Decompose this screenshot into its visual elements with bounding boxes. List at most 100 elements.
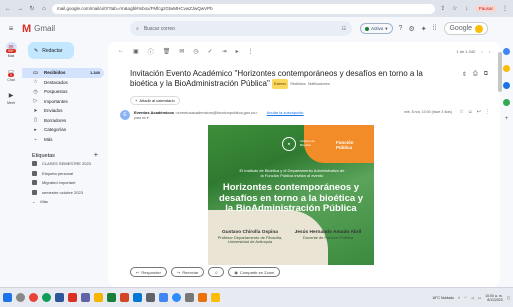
apps-grid-icon[interactable]: ⁞⁞ [433, 25, 437, 33]
address-bar[interactable]: mail.google.com/mail/u/0/?tab=rm&ogbl#in… [52, 3, 435, 14]
rail-item-chat[interactable]: ▭ 1 Chat [6, 66, 17, 83]
rail-item-meet[interactable]: ▶ Meet [6, 90, 17, 106]
keep-icon[interactable] [503, 65, 510, 72]
unread-count: 1.340 [89, 70, 100, 76]
more-icon[interactable]: ⋮ [248, 48, 254, 55]
explorer-icon[interactable] [94, 293, 103, 302]
share-zoom-button[interactable]: ◉ Compartir en Zoom [228, 267, 281, 277]
search-bar[interactable]: ⌕ Buscar correo ☷ [130, 21, 352, 36]
media-icon[interactable] [198, 293, 207, 302]
share-icon[interactable]: ⇪ [439, 5, 447, 12]
reply-button[interactable]: ↩ Responder [130, 267, 167, 277]
photos-icon[interactable] [159, 293, 168, 302]
main-menu-icon[interactable]: ≡ [0, 24, 22, 33]
zoom-icon[interactable] [172, 293, 181, 302]
back-icon[interactable]: ← [4, 5, 12, 13]
snooze-icon[interactable]: ◷ [193, 48, 198, 55]
search-options-icon[interactable]: ☷ [342, 26, 346, 32]
start-icon[interactable] [3, 293, 12, 302]
volume-icon[interactable]: ◁ [471, 296, 474, 300]
zoom-icon: ◉ [234, 269, 238, 275]
reply-label: Responder [141, 269, 161, 275]
notification-icon[interactable]: ▢ [507, 296, 510, 300]
clock[interactable]: 10:00 a. m. 8/11/2023 [485, 294, 503, 302]
gmail-logo[interactable]: M Gmail [22, 23, 102, 35]
sidebar-item-sent[interactable]: ➤ Enviados [22, 106, 104, 116]
star-icon[interactable]: ☆ [451, 5, 459, 12]
notes-icon[interactable] [211, 293, 220, 302]
archive-icon[interactable]: ▣ [133, 48, 139, 55]
outlook-icon[interactable] [133, 293, 142, 302]
search-icon[interactable]: ⌕ [136, 26, 139, 32]
help-icon[interactable]: ? [399, 25, 403, 33]
sidebar-item-starred[interactable]: ☆ Destacados [22, 78, 104, 88]
forward-button[interactable]: ↪ Reenviar [170, 267, 205, 277]
contacts-icon[interactable] [503, 99, 510, 106]
label-item-more[interactable]: ⌄ Más [22, 197, 108, 207]
sidebar-item-categories[interactable]: ▸ Categorías [22, 125, 104, 135]
label-item[interactable]: Etiqueta personal [22, 169, 108, 179]
home-icon[interactable]: ⌂ [40, 5, 48, 13]
search-icon[interactable] [16, 293, 25, 302]
label-item[interactable]: Migrated important [22, 178, 108, 188]
sidebar-item-important[interactable]: ▷ Importantes [22, 97, 104, 107]
profile-pause-button[interactable]: Pausar [474, 5, 497, 12]
sidebar-item-inbox[interactable]: ▭ Recibidos 1.340 [22, 68, 104, 78]
print-icon[interactable]: ⎙ [473, 71, 478, 78]
wifi-icon[interactable]: ◠ [464, 296, 467, 300]
compose-button[interactable]: ✎ Redactar [28, 42, 74, 59]
sidebar-item-snoozed[interactable]: ◷ Pospuestos [22, 87, 104, 97]
teams-icon[interactable] [81, 293, 90, 302]
report-spam-icon[interactable]: ⓘ [148, 47, 154, 56]
emoji-reaction-button[interactable]: ☺ [208, 267, 225, 277]
to-line[interactable]: para mí ▾ [134, 116, 149, 120]
tag-inbox[interactable]: Recibidos [290, 79, 305, 89]
powerpoint-icon[interactable] [120, 293, 129, 302]
settings-icon[interactable] [185, 293, 194, 302]
mark-unread-icon[interactable]: ✉ [179, 48, 184, 55]
tag-notifications[interactable]: Notificaciones [308, 79, 330, 89]
move-to-icon[interactable]: ⇥ [222, 48, 227, 55]
labels-icon[interactable]: ▸ [236, 48, 239, 55]
add-addon-icon[interactable]: + [505, 116, 509, 122]
add-to-calendar-button[interactable]: + Añadir al calendario [130, 96, 180, 105]
reply-icon[interactable]: ↩ [477, 109, 481, 115]
excel-icon[interactable] [107, 293, 116, 302]
sidebar-item-more[interactable]: ⌄ Más [22, 135, 104, 145]
add-label-icon[interactable]: + [94, 152, 104, 159]
weather-text[interactable]: 18°C Nublado [432, 296, 454, 300]
add-task-icon[interactable]: ✓ [208, 48, 213, 55]
sidebar-item-drafts[interactable]: ▯ Borradores [22, 116, 104, 126]
tasks-icon[interactable] [503, 82, 510, 89]
chevron-up-icon[interactable]: ˄ [458, 296, 460, 300]
search-input[interactable]: Buscar correo [144, 26, 337, 32]
older-icon[interactable]: › [489, 49, 490, 54]
newer-icon[interactable]: ‹ [481, 49, 482, 54]
store-icon[interactable] [146, 293, 155, 302]
status-selector[interactable]: Activo ▾ [360, 23, 393, 34]
more-icon[interactable]: ⋮ [485, 109, 490, 115]
back-arrow-icon[interactable]: ← [118, 48, 124, 54]
open-new-window-icon[interactable]: ⧉ [484, 71, 488, 78]
delete-icon[interactable]: 🗑 [163, 48, 171, 55]
calendar-icon[interactable] [503, 48, 510, 55]
rail-item-mail[interactable]: ✉ 99+ Mail [5, 42, 17, 58]
settings-icon[interactable]: ⚙ [408, 25, 414, 33]
edge-icon[interactable] [42, 293, 51, 302]
acrobat-icon[interactable] [68, 293, 77, 302]
gemini-icon[interactable]: ✦ [421, 25, 427, 33]
reload-icon[interactable]: ↻ [28, 5, 36, 13]
forward-icon[interactable]: → [16, 5, 24, 13]
expand-icon[interactable]: ⇕ [462, 71, 467, 78]
label-item[interactable]: CLASES SEMESTRE 2023 [22, 159, 108, 169]
emoji-icon[interactable]: ☺ [468, 109, 473, 115]
chrome-icon[interactable] [29, 293, 38, 302]
google-account-button[interactable]: Google [444, 22, 489, 35]
label-item[interactable]: semestre octubre 2023 [22, 188, 108, 198]
battery-icon[interactable]: ▭ [478, 296, 481, 300]
star-icon[interactable]: ☆ [459, 109, 463, 115]
download-icon[interactable]: ↓ [463, 6, 471, 12]
unsubscribe-link[interactable]: Anular la suscripción [267, 110, 304, 115]
word-icon[interactable] [55, 293, 64, 302]
menu-dots-icon[interactable]: ⋮ [501, 5, 509, 12]
